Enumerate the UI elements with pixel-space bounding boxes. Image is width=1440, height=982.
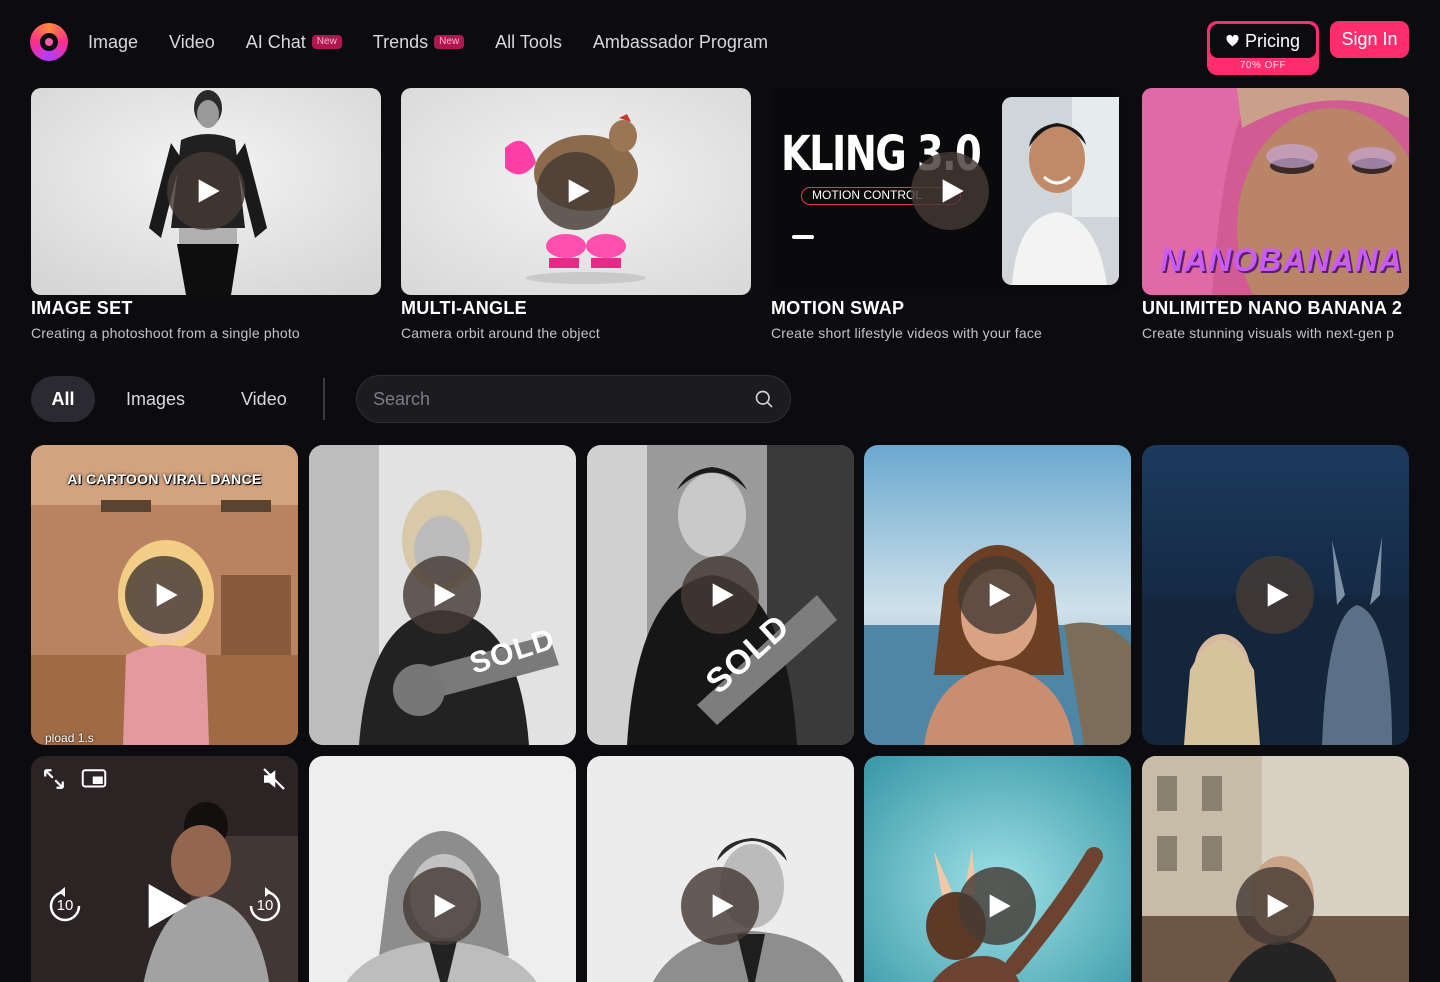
featured-description: Creating a photoshoot from a single phot… xyxy=(31,325,300,341)
filter-chip-images[interactable]: Images xyxy=(126,376,185,422)
play-button[interactable] xyxy=(403,867,481,945)
play-button[interactable] xyxy=(1236,556,1314,634)
nav-link-video[interactable]: Video xyxy=(169,32,215,53)
grid-card[interactable] xyxy=(864,445,1131,745)
featured-thumbnail: KLING 3.0 MOTION CONTROL xyxy=(771,88,1121,295)
card-footer-text: pload 1.s xyxy=(45,731,94,745)
play-icon xyxy=(989,583,1011,607)
play-icon xyxy=(198,179,220,203)
play-button[interactable] xyxy=(681,556,759,634)
featured-thumbnail: NANOBANANA xyxy=(1142,88,1409,295)
play-icon xyxy=(1267,894,1289,918)
featured-title: MULTI-ANGLE xyxy=(401,298,527,318)
featured-description: Create stunning visuals with next-gen p xyxy=(1142,325,1395,341)
nav-links: Image Video AI Chat New Trends New All Too… xyxy=(88,30,768,54)
nav-link-image[interactable]: Image xyxy=(88,32,138,53)
play-icon xyxy=(989,894,1011,918)
play-button[interactable] xyxy=(1236,867,1314,945)
nav-link-label: All Tools xyxy=(495,31,562,52)
grid-card[interactable]: AI CARTOON VIRAL DANCE pload 1.s xyxy=(31,445,298,745)
picture-in-picture-icon[interactable] xyxy=(79,764,109,794)
forward-10-button[interactable]: 10 xyxy=(245,886,285,926)
play-button[interactable] xyxy=(403,556,481,634)
video-player-thumbnail xyxy=(31,756,298,982)
sign-in-button[interactable]: Sign In xyxy=(1330,21,1409,58)
play-icon xyxy=(434,894,456,918)
rewind-seconds: 10 xyxy=(56,897,74,914)
filter-chip-all[interactable]: All xyxy=(31,376,95,422)
new-badge: New xyxy=(434,35,465,49)
play-icon xyxy=(942,179,964,203)
play-icon xyxy=(148,884,188,928)
pricing-inner: Pricing xyxy=(1210,24,1316,58)
play-icon xyxy=(568,179,590,203)
featured-card-nano-banana[interactable]: NANOBANANA UNLIMITED NANO BANANA 2 Creat… xyxy=(1142,88,1409,348)
card-caption: AI CARTOON VIRAL DANCE xyxy=(67,471,262,487)
forward-seconds: 10 xyxy=(256,897,274,914)
nanobanana-overlay-text: NANOBANANA xyxy=(1160,242,1403,278)
nav-link-label: Ambassador Program xyxy=(592,31,768,52)
play-button[interactable] xyxy=(681,867,759,945)
play-button[interactable] xyxy=(958,867,1036,945)
grid-card[interactable] xyxy=(1142,445,1409,745)
nav-link-ai-chat[interactable]: AI Chat New xyxy=(246,32,342,53)
featured-card-motion-swap[interactable]: KLING 3.0 MOTION CONTROL MOTION SWAP Cre… xyxy=(771,88,1121,341)
featured-thumbnail xyxy=(401,88,751,295)
grid-card-video-player[interactable]: 10 10 xyxy=(31,756,298,982)
nav-link-all-tools[interactable]: All Tools xyxy=(495,32,562,53)
fullscreen-icon[interactable] xyxy=(39,764,69,794)
play-button[interactable] xyxy=(958,556,1036,634)
search-input[interactable] xyxy=(373,376,743,422)
filter-divider xyxy=(323,378,325,420)
search-box xyxy=(356,375,791,423)
featured-thumbnail xyxy=(31,88,381,295)
play-icon xyxy=(156,583,178,607)
grid-card[interactable] xyxy=(587,756,854,982)
discount-badge: 70% OFF xyxy=(1239,60,1287,71)
mute-icon[interactable] xyxy=(259,764,289,794)
play-button[interactable] xyxy=(911,152,989,230)
play-button[interactable] xyxy=(125,556,203,634)
selfie-photo xyxy=(1002,97,1119,285)
play-button[interactable] xyxy=(537,152,615,230)
pricing-button[interactable]: Pricing 70% OFF xyxy=(1207,21,1319,75)
grid-card[interactable] xyxy=(309,756,576,982)
featured-title: IMAGE SET xyxy=(31,298,133,318)
nav-link-label: Video xyxy=(169,31,215,52)
featured-description: Camera orbit around the object xyxy=(401,325,600,341)
featured-card-image-set[interactable]: IMAGE SET Creating a photoshoot from a s… xyxy=(31,88,381,341)
grid-card[interactable]: SOLD xyxy=(587,445,854,745)
play-icon xyxy=(434,583,456,607)
heart-icon xyxy=(1226,35,1239,47)
play-icon xyxy=(1267,583,1289,607)
grid-card[interactable] xyxy=(1142,756,1409,982)
dash-mark xyxy=(792,235,814,239)
featured-card-multi-angle[interactable]: MULTI-ANGLE Camera orbit around the obje… xyxy=(401,88,751,341)
featured-title: UNLIMITED NANO BANANA 2 xyxy=(1142,298,1403,318)
pricing-label: Pricing xyxy=(1244,30,1301,51)
nav-link-trends[interactable]: Trends New xyxy=(372,31,465,53)
nav-link-label: Image xyxy=(88,31,139,52)
grid-card[interactable]: SOLD xyxy=(309,445,576,745)
play-icon xyxy=(712,894,734,918)
rewind-10-button[interactable]: 10 xyxy=(45,886,85,926)
nav-link-ambassador[interactable]: Ambassador Program xyxy=(593,32,768,53)
logo-icon[interactable] xyxy=(30,23,68,61)
grid-card[interactable] xyxy=(864,756,1131,982)
play-button[interactable] xyxy=(167,152,245,230)
video-play-button[interactable] xyxy=(139,878,195,934)
new-badge: New xyxy=(311,35,342,49)
nav-link-label: Trends xyxy=(372,31,429,52)
search-icon[interactable] xyxy=(754,389,774,409)
featured-description: Create short lifestyle videos with your … xyxy=(771,325,1043,341)
filter-chip-video[interactable]: Video xyxy=(241,376,287,422)
nav-link-label: AI Chat xyxy=(245,31,306,52)
play-icon xyxy=(712,583,734,607)
top-nav: Image Video AI Chat New Trends New All Too… xyxy=(0,0,1440,84)
featured-title: MOTION SWAP xyxy=(771,298,905,318)
